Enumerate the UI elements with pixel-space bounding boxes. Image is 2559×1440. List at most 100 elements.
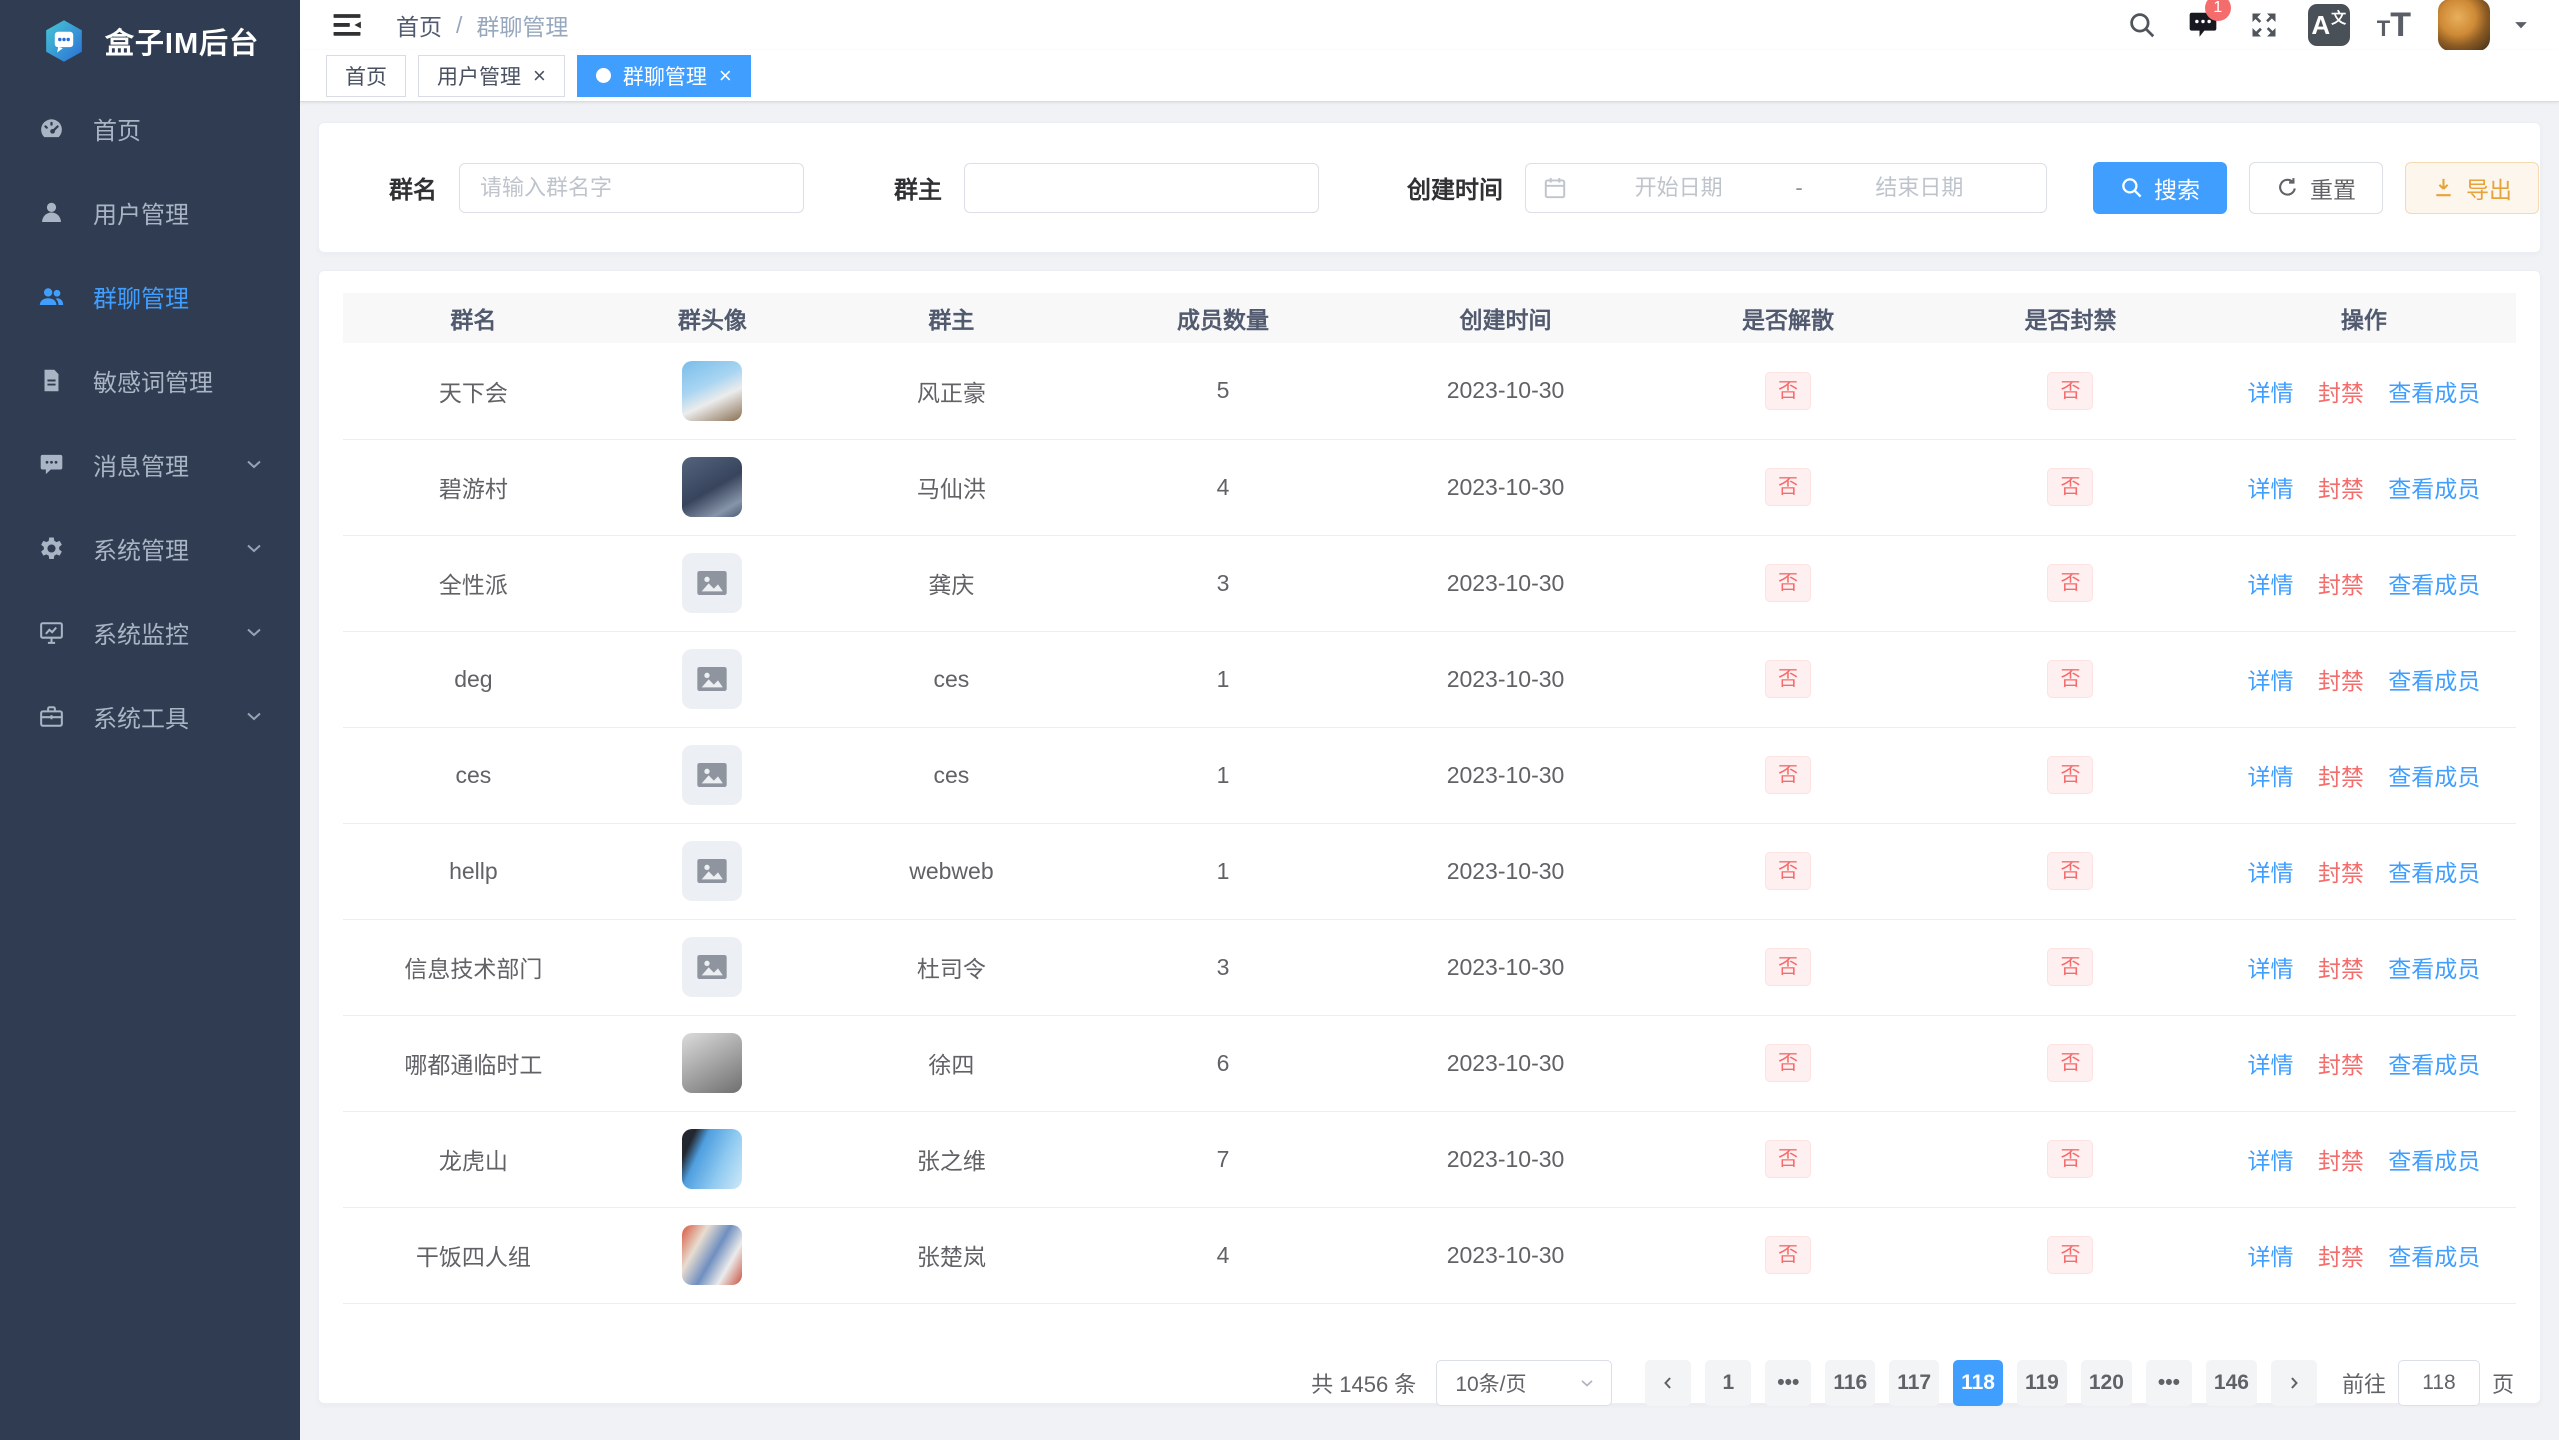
view-members-link[interactable]: 查看成员 — [2388, 1244, 2480, 1270]
ban-link[interactable]: 封禁 — [2318, 476, 2364, 502]
tab-home[interactable]: 首页 — [326, 55, 406, 97]
group-avatar-image — [682, 841, 742, 901]
close-icon[interactable]: × — [533, 65, 546, 87]
end-date-input[interactable] — [1809, 175, 2030, 201]
ban-link[interactable]: 封禁 — [2318, 668, 2364, 694]
detail-link[interactable]: 详情 — [2247, 764, 2293, 790]
member-count-cell: 7 — [1082, 1111, 1364, 1207]
ban-link[interactable]: 封禁 — [2318, 572, 2364, 598]
group-owner-label: 群主 — [894, 170, 942, 205]
view-members-link[interactable]: 查看成员 — [2388, 380, 2480, 406]
sidebar-fold-icon[interactable] — [330, 7, 366, 43]
close-icon[interactable]: × — [719, 65, 732, 87]
detail-link[interactable]: 详情 — [2247, 380, 2293, 406]
page-button-116[interactable]: 116 — [1825, 1360, 1875, 1406]
detail-link[interactable]: 详情 — [2247, 956, 2293, 982]
search-button[interactable]: 搜索 — [2093, 162, 2227, 214]
dissolved-badge: 否 — [1765, 1044, 1811, 1082]
group-icon — [38, 283, 65, 310]
dissolved-badge: 否 — [1765, 660, 1811, 698]
group-avatar-image — [682, 1033, 742, 1093]
page-size-select[interactable]: 10条/页 — [1436, 1360, 1612, 1406]
group-name-input[interactable] — [459, 163, 804, 213]
group-avatar-image — [682, 361, 742, 421]
group-name-cell: deg — [343, 631, 604, 727]
sidebar-item-groups[interactable]: 群聊管理 — [0, 254, 300, 338]
group-avatar-image — [682, 745, 742, 805]
dissolved-badge: 否 — [1765, 852, 1811, 890]
translate-icon[interactable]: A 文 — [2308, 4, 2350, 46]
tab-groups[interactable]: 群聊管理 × — [577, 55, 751, 97]
goto-page-input[interactable] — [2398, 1360, 2480, 1406]
ban-link[interactable]: 封禁 — [2318, 1148, 2364, 1174]
sidebar-item-system[interactable]: 系统管理 — [0, 506, 300, 590]
detail-link[interactable]: 详情 — [2247, 476, 2293, 502]
sidebar-item-messages[interactable]: 消息管理 — [0, 422, 300, 506]
view-members-link[interactable]: 查看成员 — [2388, 860, 2480, 886]
detail-link[interactable]: 详情 — [2247, 1244, 2293, 1270]
detail-link[interactable]: 详情 — [2247, 572, 2293, 598]
view-members-link[interactable]: 查看成员 — [2388, 764, 2480, 790]
sidebar-item-sensitive-words[interactable]: 敏感词管理 — [0, 338, 300, 422]
font-size-icon[interactable]: T T — [2377, 6, 2411, 45]
ban-link[interactable]: 封禁 — [2318, 380, 2364, 406]
user-avatar[interactable] — [2438, 0, 2490, 51]
fullscreen-icon[interactable] — [2247, 8, 2281, 42]
detail-link[interactable]: 详情 — [2247, 1148, 2293, 1174]
view-members-link[interactable]: 查看成员 — [2388, 476, 2480, 502]
member-count-cell: 4 — [1082, 1207, 1364, 1303]
filter-buttons: 搜索 重置 导出 — [2093, 162, 2539, 214]
page-button-118[interactable]: 118 — [1953, 1360, 2003, 1406]
ban-link[interactable]: 封禁 — [2318, 1244, 2364, 1270]
start-date-input[interactable] — [1568, 175, 1789, 201]
breadcrumb-home[interactable]: 首页 — [396, 8, 442, 42]
view-members-link[interactable]: 查看成员 — [2388, 1052, 2480, 1078]
group-owner-input[interactable] — [964, 163, 1319, 213]
group-owner-cell: ces — [821, 727, 1082, 823]
ban-link[interactable]: 封禁 — [2318, 860, 2364, 886]
banned-badge: 否 — [2047, 756, 2093, 794]
caret-down-icon[interactable] — [2511, 15, 2531, 35]
banned-badge: 否 — [2047, 1044, 2093, 1082]
sidebar-item-tools[interactable]: 系统工具 — [0, 674, 300, 758]
prev-page-button[interactable] — [1645, 1360, 1691, 1406]
tabbar: 首页 用户管理 × 群聊管理 × — [300, 50, 2559, 102]
view-members-link[interactable]: 查看成员 — [2388, 1148, 2480, 1174]
app-logo[interactable]: 盒子IM后台 — [0, 0, 300, 82]
export-button[interactable]: 导出 — [2405, 162, 2539, 214]
messages-icon[interactable]: 1 — [2186, 8, 2220, 42]
page-button-120[interactable]: 120 — [2081, 1360, 2132, 1406]
sidebar-item-users[interactable]: 用户管理 — [0, 170, 300, 254]
image-placeholder-icon — [692, 947, 732, 987]
view-members-link[interactable]: 查看成员 — [2388, 956, 2480, 982]
sidebar-item-home[interactable]: 首页 — [0, 86, 300, 170]
sidebar-item-monitor[interactable]: 系统监控 — [0, 590, 300, 674]
dissolved-badge: 否 — [1765, 468, 1811, 506]
ban-link[interactable]: 封禁 — [2318, 764, 2364, 790]
col-actions: 操作 — [2212, 293, 2516, 343]
ban-link[interactable]: 封禁 — [2318, 1052, 2364, 1078]
next-page-button[interactable] — [2271, 1360, 2317, 1406]
date-range-picker[interactable]: - — [1525, 163, 2047, 213]
breadcrumb-current: 群聊管理 — [476, 8, 568, 42]
page-button-117[interactable]: 117 — [1889, 1360, 1939, 1406]
ban-link[interactable]: 封禁 — [2318, 956, 2364, 982]
detail-link[interactable]: 详情 — [2247, 860, 2293, 886]
created-time-cell: 2023-10-30 — [1364, 343, 1646, 439]
detail-link[interactable]: 详情 — [2247, 1052, 2293, 1078]
view-members-link[interactable]: 查看成员 — [2388, 668, 2480, 694]
group-owner-cell: 马仙洪 — [821, 439, 1082, 535]
view-members-link[interactable]: 查看成员 — [2388, 572, 2480, 598]
col-banned: 是否封禁 — [1929, 293, 2211, 343]
page-ellipsis-button[interactable]: ••• — [1765, 1360, 1811, 1406]
page-ellipsis-button[interactable]: ••• — [2146, 1360, 2192, 1406]
tab-users[interactable]: 用户管理 × — [418, 55, 565, 97]
page-button-119[interactable]: 119 — [2017, 1360, 2067, 1406]
detail-link[interactable]: 详情 — [2247, 668, 2293, 694]
group-name-field: 群名 — [389, 163, 804, 213]
reset-button[interactable]: 重置 — [2249, 162, 2383, 214]
banned-badge: 否 — [2047, 852, 2093, 890]
page-button-146[interactable]: 146 — [2206, 1360, 2257, 1406]
search-icon[interactable] — [2125, 8, 2159, 42]
page-button-1[interactable]: 1 — [1705, 1360, 1751, 1406]
